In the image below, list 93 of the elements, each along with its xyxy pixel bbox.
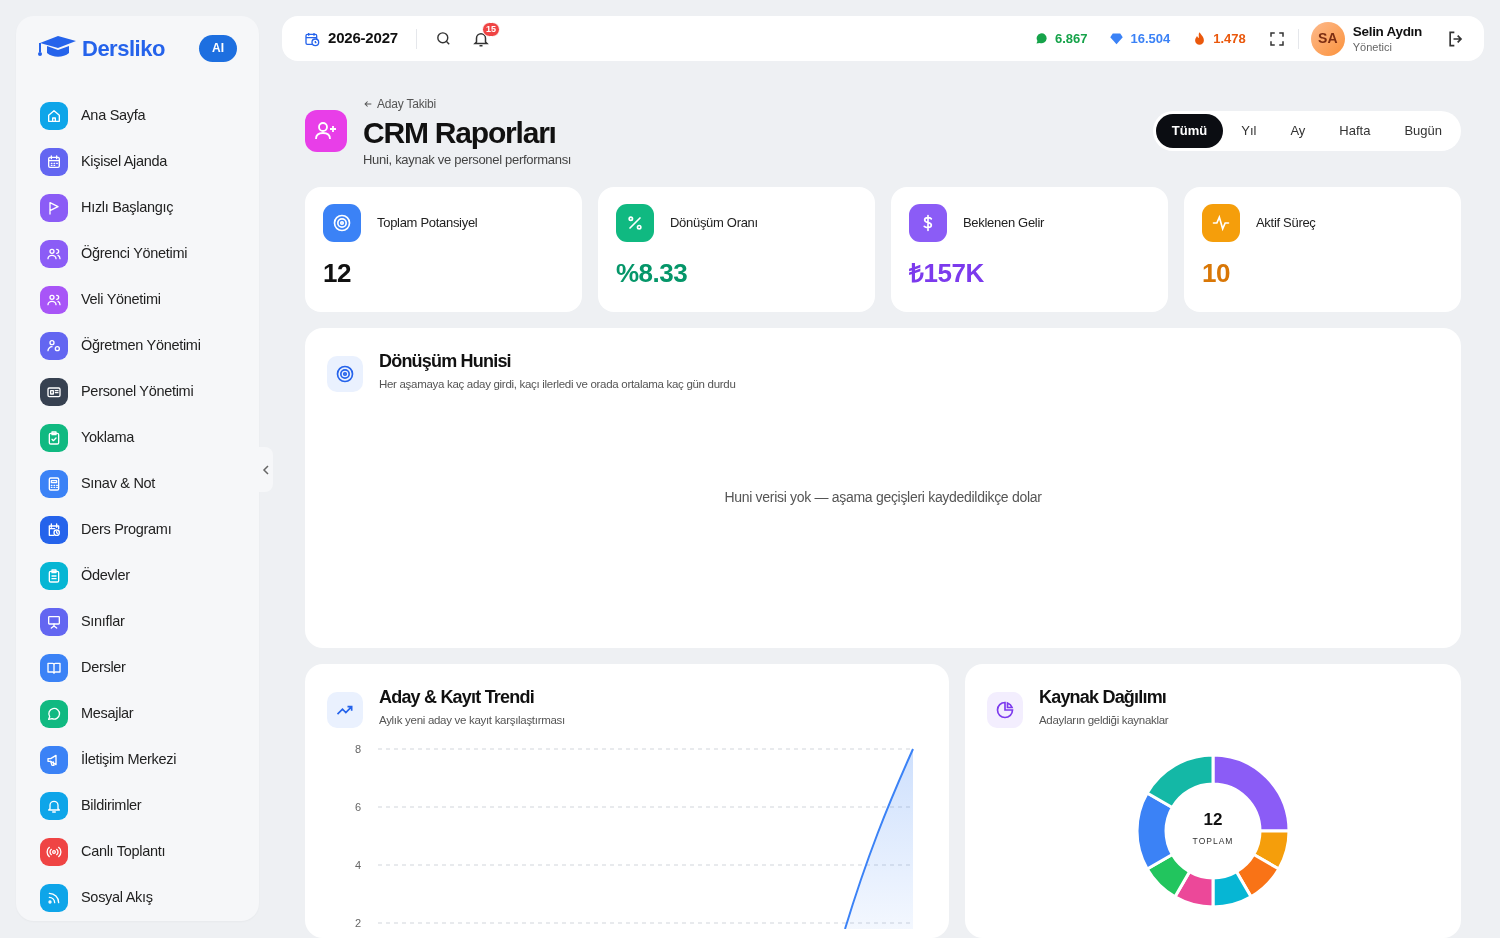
sidebar-item[interactable]: Öğrenci Yönetimi [38, 231, 237, 277]
calculator-icon [40, 470, 68, 498]
academic-year[interactable]: 2026-2027 [328, 27, 398, 50]
calendar-clock-icon [304, 30, 320, 47]
chat-bubble-icon [40, 700, 68, 728]
rss-icon [40, 884, 68, 912]
user-role: Yönetici [1352, 39, 1393, 54]
axis-tick-label: 6 [354, 801, 361, 814]
megaphone-icon [40, 746, 68, 774]
card-title: Dönüşüm Hunisi [379, 350, 512, 372]
trending-up-icon [327, 692, 363, 728]
period-tab[interactable]: Hafta [1323, 114, 1387, 148]
calendar-clock-icon [40, 516, 68, 544]
open-book-icon [40, 654, 68, 682]
arrow-left-icon [363, 99, 373, 110]
period-tab[interactable]: Ay [1274, 114, 1322, 148]
users-icon [40, 286, 68, 314]
ai-button[interactable]: AI [199, 34, 237, 62]
stat-value: 6.867 [1054, 29, 1088, 48]
sidebar-item[interactable]: Ana Sayfa [38, 93, 237, 139]
home-icon [40, 102, 68, 130]
notifications-button[interactable]: 15 [467, 21, 500, 52]
user-name: Selin Aydın [1352, 23, 1422, 40]
card-subtitle: Adayların geldiği kaynaklar [1039, 713, 1169, 728]
stat-value: 12 [323, 257, 352, 290]
stat-value: 10 [1202, 257, 1231, 290]
pie-chart-icon [987, 692, 1023, 728]
sidebar-item[interactable]: Kişisel Ajanda [38, 139, 237, 185]
stat-value: %8.33 [616, 257, 689, 290]
sidebar-item[interactable]: Ders Programı [38, 507, 237, 553]
broadcast-icon [40, 838, 68, 866]
percent-icon [616, 204, 654, 242]
sidebar-item[interactable]: Sınav & Not [38, 461, 237, 507]
sidebar-item[interactable]: Öğretmen Yönetimi [38, 323, 237, 369]
chevron-left-icon [262, 464, 270, 475]
users-icon [40, 240, 68, 268]
total-count: 12 [1203, 809, 1223, 832]
period-tab[interactable]: Bugün [1388, 114, 1458, 148]
axis-tick-label: 4 [354, 859, 361, 872]
page-subtitle: Huni, kaynak ve personel performansı [363, 151, 572, 170]
back-link[interactable]: Aday Takibi [363, 95, 436, 114]
card-subtitle: Her aşamaya kaç aday girdi, kaçı ilerledi ve orada ortalama kaç gün durdu [379, 377, 736, 392]
sidebar-item[interactable]: Bildirimler [38, 783, 237, 829]
fullscreen-button[interactable] [1267, 29, 1286, 48]
logo-text: Dersliko [82, 34, 165, 63]
notification-count: 15 [481, 21, 500, 37]
page-title: CRM Raporları [363, 116, 557, 151]
axis-tick-label: 8 [354, 743, 361, 756]
clipboard-check-icon [40, 424, 68, 452]
total-label: TOPLAM [1192, 835, 1234, 848]
search-icon [434, 30, 452, 47]
sidebar-item[interactable]: Sosyal Akış [38, 875, 237, 921]
card-title: Aday & Kayıt Trendi [379, 686, 535, 708]
stat-label: Dönüşüm Oranı [670, 214, 758, 233]
empty-state-message: Huni verisi yok — aşama geçişleri kaydedildikçe dolar [724, 488, 1042, 508]
gem-icon [1109, 31, 1125, 46]
sidebar-item[interactable]: Personel Yönetimi [38, 369, 237, 415]
stat-value: ₺157K [909, 257, 985, 290]
period-tab[interactable]: Tümü [1155, 114, 1224, 148]
sidebar-item[interactable]: Veli Yönetimi [38, 277, 237, 323]
stat-value: 16.504 [1130, 29, 1171, 48]
card-title: Kaynak Dağılımı [1039, 686, 1168, 708]
sidebar-item[interactable]: Canlı Toplantı [38, 829, 237, 875]
flag-icon [40, 194, 68, 222]
user-avatar[interactable]: SA [1310, 21, 1345, 56]
stat-value: 1.478 [1213, 29, 1246, 48]
clipboard-list-icon [40, 562, 68, 590]
sidebar-item[interactable]: Sınıflar [38, 599, 237, 645]
card-subtitle: Aylık yeni aday ve kayıt karşılaştırması [379, 713, 565, 728]
user-gear-icon [40, 332, 68, 360]
calendar-icon [40, 148, 68, 176]
axis-tick-label: 2 [354, 917, 361, 930]
period-tab[interactable]: Yıl [1225, 114, 1273, 148]
id-card-icon [40, 378, 68, 406]
stat-label: Beklenen Gelir [963, 214, 1045, 233]
sidebar-item[interactable]: İletişim Merkezi [38, 737, 237, 783]
sidebar-item[interactable]: Mesajlar [38, 691, 237, 737]
activity-icon [1202, 204, 1240, 242]
sidebar-item[interactable]: Hızlı Başlangıç [38, 185, 237, 231]
dollar-icon [909, 204, 947, 242]
presentation-icon [40, 608, 68, 636]
stat-label: Aktif Süreç [1256, 214, 1316, 233]
stat-label: Toplam Potansiyel [377, 214, 478, 233]
fullscreen-icon [1267, 29, 1286, 48]
search-button[interactable] [434, 30, 452, 47]
bell-icon [40, 792, 68, 820]
sidebar-item[interactable]: Ödevler [38, 553, 237, 599]
donut-slice [1211, 870, 1253, 909]
target-icon [327, 356, 363, 392]
sidebar-item[interactable]: Dersler [38, 645, 237, 691]
target-icon [323, 204, 361, 242]
user-plus-icon [305, 110, 347, 152]
sidebar-item[interactable]: Yoklama [38, 415, 237, 461]
